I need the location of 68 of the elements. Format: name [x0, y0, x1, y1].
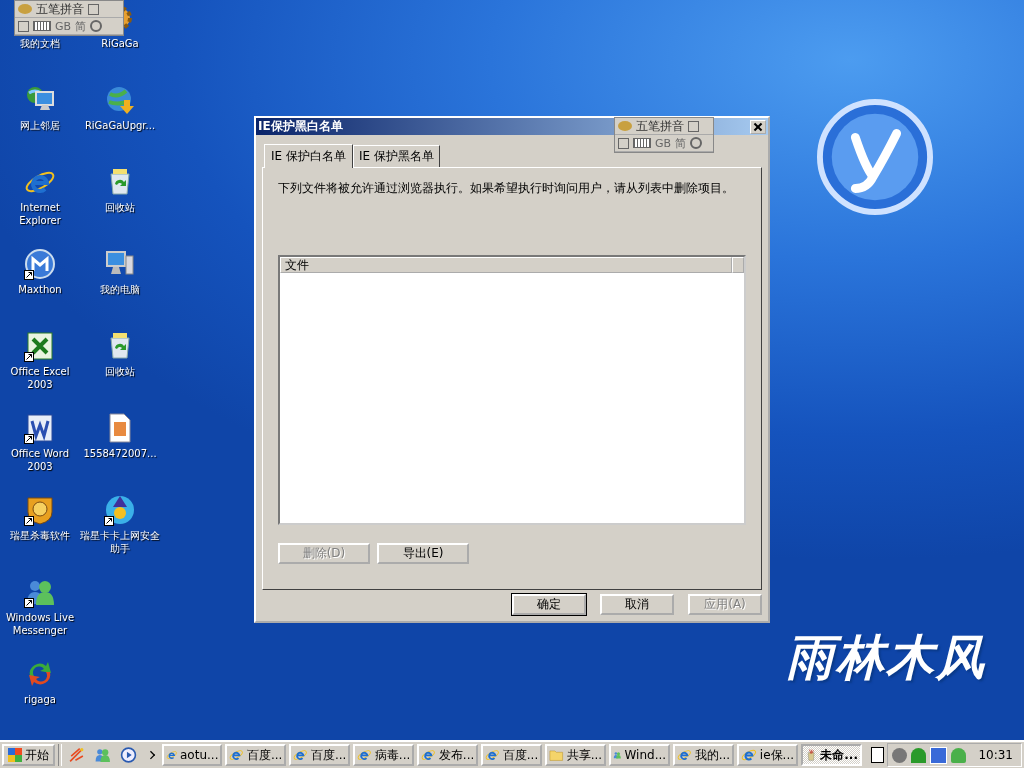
taskbar-button[interactable]: 我的... — [673, 744, 735, 766]
browser-icon — [485, 747, 500, 763]
browser-icon — [741, 747, 757, 763]
desktop-icon-label[interactable]: Internet Explorer — [0, 201, 80, 227]
taskbar-button[interactable]: 病毒... — [353, 744, 415, 766]
browser-icon — [357, 747, 372, 763]
desktop-icon-label[interactable]: Office Word 2003 — [0, 447, 80, 473]
wallpaper-logo-text: 雨林木风 — [786, 628, 986, 687]
desktop-icon-label[interactable]: 回收站 — [105, 201, 135, 214]
input-method-bar[interactable]: 五笔拼音 GB 简 — [14, 0, 124, 36]
browser-icon — [293, 747, 308, 763]
input-method-bar[interactable]: 五笔拼音 GB 简 — [614, 117, 714, 153]
paint-cup-icon — [805, 747, 818, 763]
keyboard-icon[interactable] — [633, 138, 651, 148]
input-method-name[interactable]: 五笔拼音 — [636, 117, 684, 135]
desktop-icon-label[interactable]: Maxthon — [18, 283, 62, 296]
people-icon[interactable] — [93, 746, 111, 764]
desktop-icon-label[interactable]: 1558472007... — [83, 447, 157, 460]
dialog-button[interactable]: 确定 — [512, 594, 586, 615]
taskbar-button[interactable]: 百度... — [289, 744, 351, 766]
taskbar-button[interactable]: 未命... — [801, 744, 862, 766]
column-header[interactable]: 文件 — [280, 257, 732, 273]
logo-icon — [816, 98, 934, 216]
browser-icon — [677, 747, 692, 763]
desktop-icon-label[interactable]: 瑞星杀毒软件 — [10, 529, 70, 542]
desktop-icon-label[interactable]: 瑞星卡卡上网安全助手 — [80, 529, 160, 555]
desktop-icon-label[interactable]: 网上邻居 — [20, 119, 60, 132]
desktop-icon-label[interactable]: rigaga — [24, 693, 56, 706]
desktop-icon-label[interactable]: RiGaGaUpgr... — [84, 119, 156, 132]
folder-icon — [549, 747, 564, 763]
taskbar-button[interactable]: 共享... — [545, 744, 607, 766]
window-icon[interactable] — [930, 746, 948, 764]
desktop-icon-label[interactable]: Office Excel 2003 — [0, 365, 80, 391]
dialog-button[interactable]: 取消 — [600, 594, 674, 615]
window-title: IE保护黑白名单 — [258, 118, 343, 135]
tab[interactable]: IE 保护白名单 — [264, 144, 353, 168]
desktop-icon-label[interactable]: 我的电脑 — [100, 283, 140, 296]
desktop-icon-label[interactable]: RiGaGa — [101, 37, 139, 50]
close-button[interactable] — [750, 119, 766, 134]
file-list[interactable]: 文件 — [278, 255, 746, 525]
description-text: 下列文件将被允许通过浏览器执行。如果希望执行时询问用户，请从列表中删除项目。 — [278, 180, 735, 197]
taskbar-button[interactable]: ie保... — [737, 744, 799, 766]
taskbar-button[interactable]: aotu... — [161, 744, 223, 766]
start-button[interactable]: 开始 — [2, 744, 55, 766]
column-header-end — [732, 257, 744, 273]
taskbar-button[interactable]: 百度... — [481, 744, 543, 766]
sparkle-icon[interactable] — [67, 746, 85, 764]
browser-icon — [229, 747, 244, 763]
browser-icon — [421, 747, 436, 763]
windows-logo-icon — [8, 748, 22, 762]
desktop-icon-label[interactable]: 我的文档 — [20, 37, 60, 50]
search-icon[interactable] — [90, 20, 103, 32]
clock[interactable]: 10:31 — [978, 748, 1013, 762]
input-mode-toggle[interactable]: 简 — [75, 18, 87, 34]
play-circle-icon[interactable] — [119, 746, 137, 764]
search-icon[interactable] — [690, 137, 703, 149]
input-method-name[interactable]: 五笔拼音 — [36, 0, 84, 18]
desktop-icon-label[interactable]: 回收站 — [105, 365, 135, 378]
taskbar-button[interactable]: Wind... — [609, 744, 671, 766]
tab[interactable]: IE 保护黑名单 — [352, 145, 440, 167]
input-mode-toggle[interactable]: GB — [55, 19, 72, 33]
input-mode-toggle[interactable]: GB — [655, 136, 672, 150]
keyboard-icon[interactable] — [33, 21, 51, 31]
taskbar-button[interactable]: 百度... — [225, 744, 287, 766]
desktop-icon-label[interactable]: Windows Live Messenger — [0, 611, 80, 637]
list-button[interactable]: 导出(E) — [377, 543, 469, 564]
input-mode-toggle[interactable]: 简 — [675, 135, 687, 151]
taskbar-button[interactable]: 发布... — [417, 744, 479, 766]
